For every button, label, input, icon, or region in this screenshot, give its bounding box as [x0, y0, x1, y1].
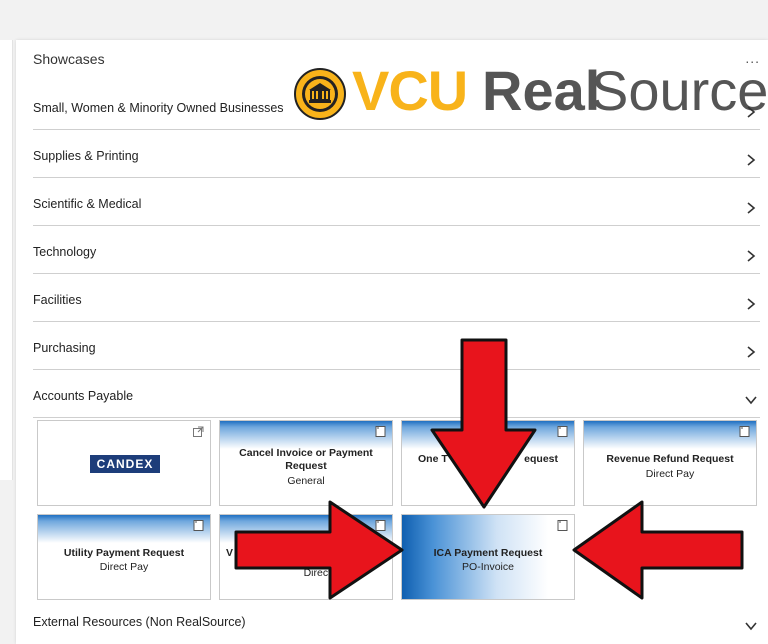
tile-subtitle: Direct Pay [303, 567, 352, 579]
category-row-external-resources[interactable]: External Resources (Non RealSource) [33, 596, 760, 643]
category-row-technology[interactable]: Technology [33, 226, 760, 274]
tile-cancel-invoice[interactable]: Cancel Invoice or Payment Request Genera… [219, 420, 393, 506]
form-icon [557, 426, 568, 437]
form-icon [193, 520, 204, 531]
chevron-right-icon [747, 106, 756, 118]
form-icon [739, 426, 750, 437]
tile-vendor-payment[interactable]: V Direct Pay [219, 514, 393, 600]
category-label: Purchasing [33, 341, 96, 355]
tile-subtitle: PO-Invoice [462, 561, 514, 573]
form-icon [375, 520, 386, 531]
tile-subtitle: Direct Pay [645, 468, 695, 480]
category-label: Facilities [33, 293, 82, 307]
tile-one-time-payment[interactable]: One T equest [401, 420, 575, 506]
category-label: External Resources (Non RealSource) [33, 615, 246, 629]
chevron-down-icon [745, 622, 757, 631]
category-label: Scientific & Medical [33, 197, 142, 211]
tile-subtitle: General [287, 475, 325, 487]
tile-title: Utility Payment Request [63, 547, 185, 559]
tile-title: Revenue Refund Request [606, 453, 734, 465]
tile-title: ICA Payment Request [433, 547, 543, 559]
category-row-supplies-printing[interactable]: Supplies & Printing [33, 130, 760, 178]
tile-candex[interactable]: CANDEX [37, 420, 211, 506]
external-link-icon [193, 426, 204, 437]
showcases-panel: Showcases ... VCU Real Source Small, Wom… [16, 40, 768, 644]
chevron-right-icon [747, 250, 756, 262]
category-label: Accounts Payable [33, 389, 134, 403]
chevron-right-icon [747, 346, 756, 358]
stage: Showcases ... VCU Real Source Small, Wom… [0, 0, 768, 644]
panel-title: Showcases [33, 51, 105, 67]
tile-title: V [226, 547, 234, 559]
tile-revenue-refund[interactable]: Revenue Refund Request Direct Pay [583, 420, 757, 506]
tile-title: One T [418, 453, 448, 465]
chevron-right-icon [747, 202, 756, 214]
candex-logo: CANDEX [90, 455, 160, 473]
left-panel-edge [0, 40, 13, 480]
category-row-scientific-medical[interactable]: Scientific & Medical [33, 178, 760, 226]
category-label: Technology [33, 245, 97, 259]
category-row-facilities[interactable]: Facilities [33, 274, 760, 322]
tile-utility-payment[interactable]: Utility Payment Request Direct Pay [37, 514, 211, 600]
tile-title-end: equest [524, 453, 558, 465]
form-icon [375, 426, 386, 437]
tile-subtitle: Direct Pay [99, 561, 149, 573]
category-row-small-women-minority[interactable]: Small, Women & Minority Owned Businesses [33, 82, 760, 130]
chevron-down-icon [745, 396, 757, 405]
category-label: Supplies & Printing [33, 149, 139, 163]
chevron-right-icon [747, 298, 756, 310]
tile-ica-payment[interactable]: ICA Payment Request PO-Invoice [401, 514, 575, 600]
category-row-purchasing[interactable]: Purchasing [33, 322, 760, 370]
category-label: Small, Women & Minority Owned Businesses [33, 101, 284, 115]
category-row-accounts-payable[interactable]: Accounts Payable [33, 370, 760, 418]
form-icon [557, 520, 568, 531]
tile-title: Cancel Invoice or Payment Request [239, 447, 373, 472]
chevron-right-icon [747, 154, 756, 166]
